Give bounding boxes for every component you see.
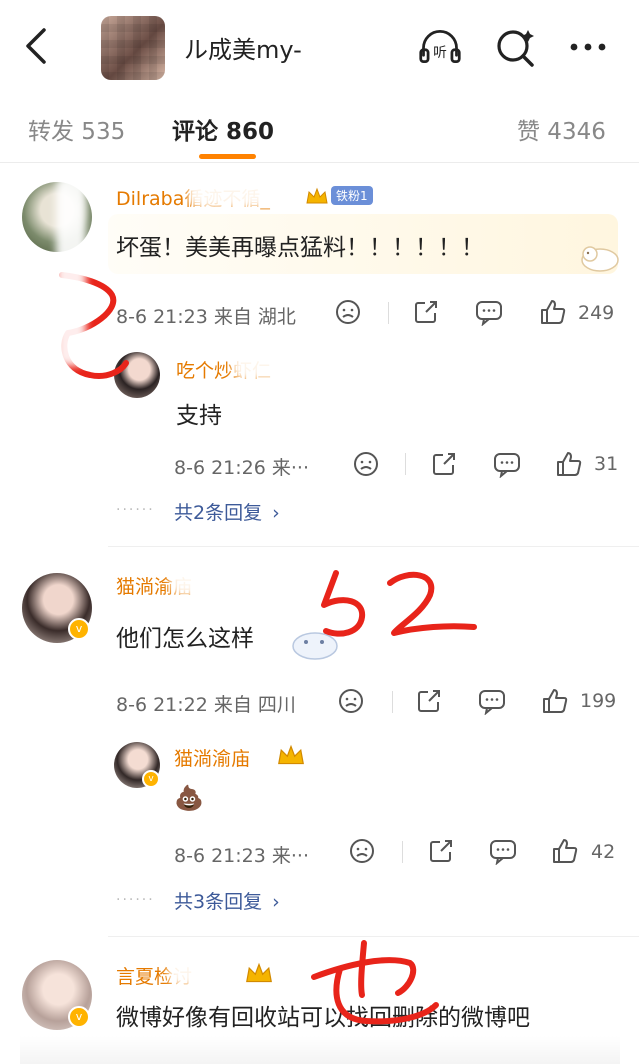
like-count: 42 xyxy=(591,841,616,863)
name-redaction-blur xyxy=(56,176,86,366)
profile-username[interactable]: ル成美my- xyxy=(184,30,302,65)
meta-divider xyxy=(388,302,389,324)
dislike-face-icon[interactable] xyxy=(337,687,365,715)
dislike-face-icon[interactable] xyxy=(352,450,380,478)
crown-icon xyxy=(246,962,272,983)
replier-name[interactable]: 猫淌渝庙 xyxy=(174,744,250,771)
comment-bubble-icon[interactable] xyxy=(477,687,507,715)
comment-text: 他们怎么这样 xyxy=(116,626,254,652)
bottom-fade xyxy=(20,1036,620,1064)
comment-text: 坏蛋！美美再曝点猛料！！！！！！ xyxy=(116,235,484,261)
like-thumb-icon[interactable] xyxy=(540,686,570,716)
like-count: 31 xyxy=(594,453,619,475)
name-redaction-blur xyxy=(232,352,332,380)
meta-divider xyxy=(405,453,406,475)
annotation-mark-2: 52 xyxy=(318,565,477,637)
annotation-text-2: 52 xyxy=(318,565,320,566)
more-replies-label: 共2条回复 xyxy=(174,502,263,524)
reply-emoji: 💩 xyxy=(174,784,204,812)
share-icon[interactable] xyxy=(430,450,458,478)
name-redaction-blur xyxy=(170,566,250,596)
active-tab-indicator xyxy=(199,154,256,159)
meta-divider xyxy=(392,691,393,713)
tab-reposts[interactable]: 转发 535 xyxy=(28,112,125,146)
listen-headphones-icon[interactable]: 听 xyxy=(418,26,462,68)
like-count: 199 xyxy=(580,690,617,712)
annotation-text-1: 巳 xyxy=(50,255,51,256)
comment-timestamp: 8-6 21:22 来自 四川 xyxy=(116,694,296,716)
like-thumb-icon[interactable] xyxy=(550,836,580,866)
dislike-face-icon[interactable] xyxy=(334,298,362,326)
meta-divider xyxy=(402,841,403,863)
profile-avatar[interactable] xyxy=(101,16,165,80)
fan-badge: 铁粉1 xyxy=(305,186,373,205)
view-more-replies-link[interactable]: 共3条回复 › xyxy=(174,887,280,914)
back-arrow-icon[interactable] xyxy=(20,26,54,66)
replies-leader-dots: ······ xyxy=(116,502,155,518)
name-redaction-blur xyxy=(188,178,298,208)
top-bar: ル成美my- 听 xyxy=(0,0,639,92)
crown-icon xyxy=(306,187,328,203)
verified-badge-icon: v xyxy=(68,618,90,640)
dislike-face-icon[interactable] xyxy=(348,837,376,865)
share-icon[interactable] xyxy=(415,687,443,715)
view-more-replies-link[interactable]: 共2条回复 › xyxy=(174,498,280,525)
reply-text: 支持 xyxy=(176,403,222,429)
crown-icon xyxy=(278,744,304,765)
verified-badge-icon: v xyxy=(68,1006,90,1028)
more-options-icon[interactable] xyxy=(566,26,610,68)
like-thumb-icon[interactable] xyxy=(538,297,568,327)
comment-bubble-icon[interactable] xyxy=(492,450,522,478)
reply-timestamp: 8-6 21:23 来··· xyxy=(174,845,309,867)
search-icon[interactable] xyxy=(494,26,538,68)
replies-leader-dots: ······ xyxy=(116,892,155,908)
chevron-right-icon: › xyxy=(272,502,280,524)
comment-bubble-icon[interactable] xyxy=(488,837,518,865)
comment-divider xyxy=(108,936,639,937)
name-redaction-blur xyxy=(168,956,248,986)
like-thumb-icon[interactable] xyxy=(554,449,584,479)
share-icon[interactable] xyxy=(412,298,440,326)
like-count: 249 xyxy=(578,302,615,324)
comment-text: 微博好像有回收站可以找回删除的微博吧 xyxy=(116,1005,530,1031)
tab-bar: 转发 535 评论 860 赞 4346 xyxy=(0,100,639,163)
tab-comments[interactable]: 评论 860 xyxy=(172,112,274,146)
verified-badge-icon: v xyxy=(142,770,160,788)
comment-timestamp: 8-6 21:23 来自 湖北 xyxy=(116,306,296,328)
reply-timestamp: 8-6 21:26 来··· xyxy=(174,457,309,479)
tab-likes[interactable]: 赞 4346 xyxy=(517,112,606,146)
fan-level-label: 铁粉1 xyxy=(331,186,373,205)
more-replies-label: 共3条回复 xyxy=(174,891,263,913)
sheep-sticker-icon xyxy=(581,246,619,272)
comment-bubble-icon[interactable] xyxy=(474,298,504,326)
listen-label: 听 xyxy=(433,45,447,61)
comment-divider xyxy=(108,546,639,547)
sticker-icon xyxy=(292,632,338,660)
chevron-right-icon: › xyxy=(272,891,280,913)
share-icon[interactable] xyxy=(427,837,455,865)
replier-avatar[interactable] xyxy=(114,352,160,398)
